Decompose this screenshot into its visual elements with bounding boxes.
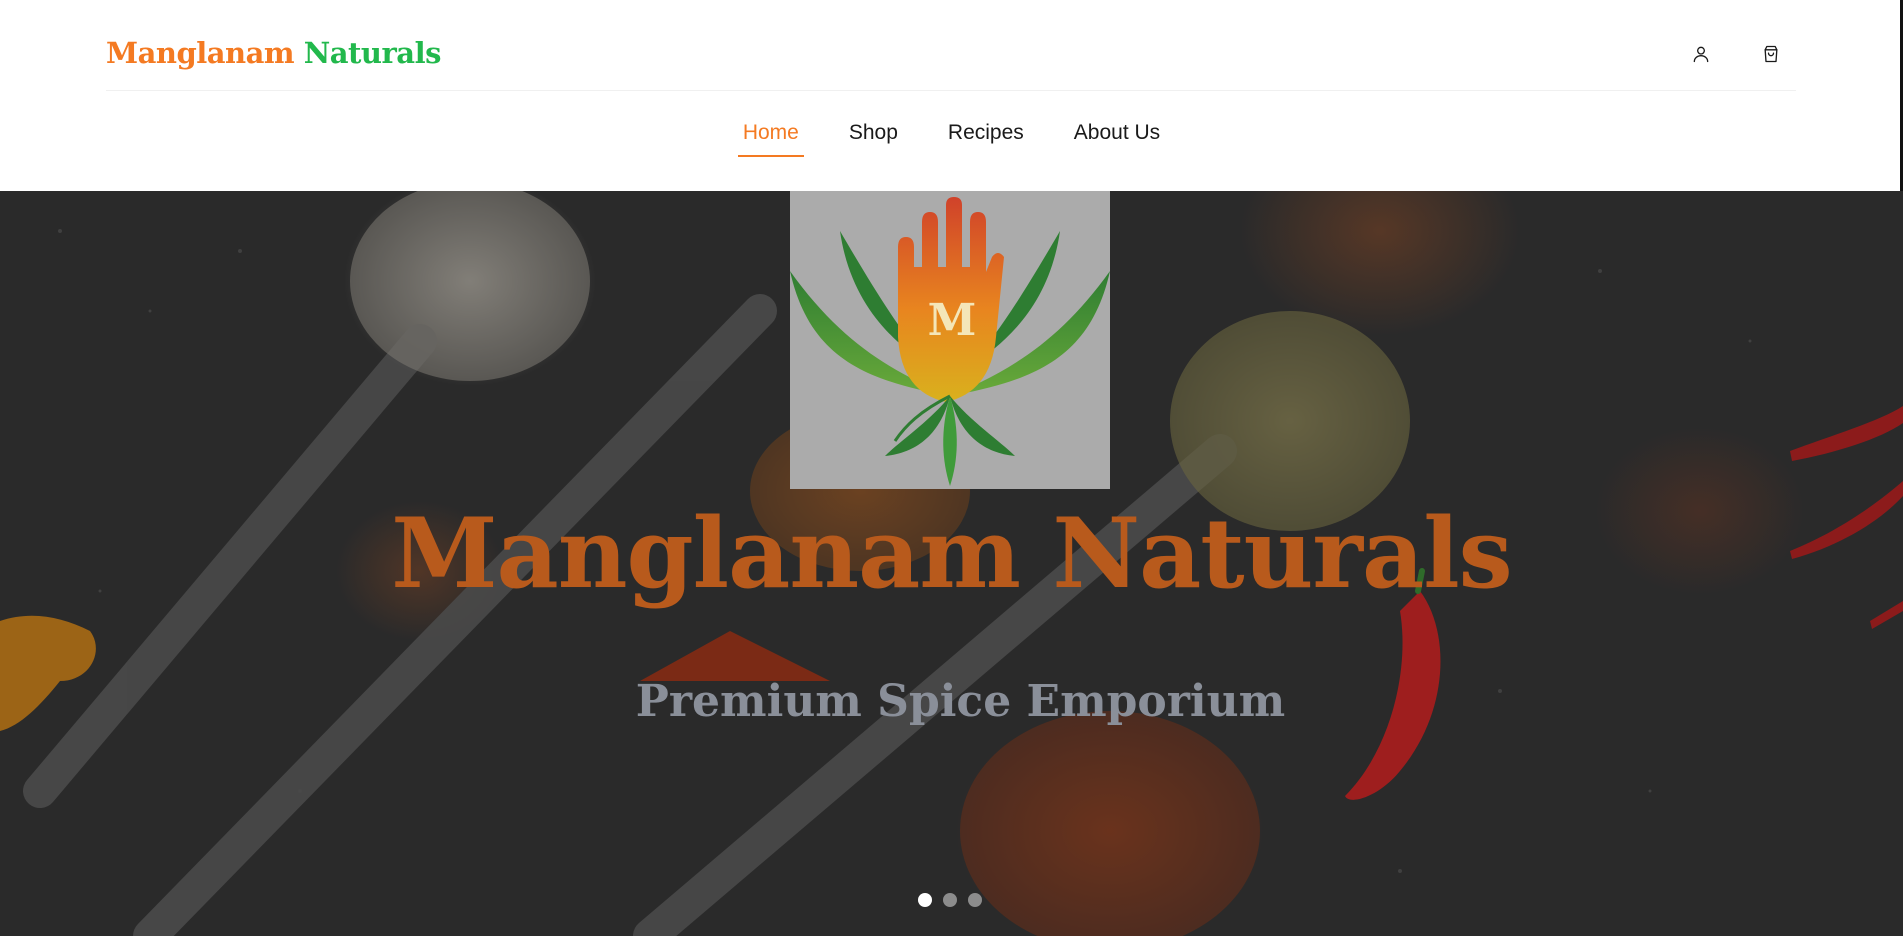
cart-button[interactable]	[1759, 42, 1783, 66]
brand-logo-text[interactable]: Manglanam Naturals	[106, 36, 441, 70]
lotus-hand-logo-icon: M	[790, 197, 1110, 486]
nav-item-about-us[interactable]: About Us	[1069, 113, 1165, 155]
logo-letter: M	[928, 295, 977, 346]
brand-name-part2: Naturals	[303, 36, 442, 70]
brand-emblem: M	[790, 191, 1110, 489]
main-navigation: Home Shop Recipes About Us	[0, 113, 1903, 157]
carousel-dot-1[interactable]	[918, 893, 932, 907]
hero-subtitle: Premium Spice Emporium	[635, 676, 1286, 727]
shopping-bag-icon	[1764, 45, 1778, 63]
hero-banner: M Manglanam Naturals Premium Spice Empor…	[0, 191, 1903, 936]
header-top-bar: Manglanam Naturals	[106, 0, 1796, 91]
nav-item-recipes[interactable]: Recipes	[943, 113, 1029, 155]
user-icon	[1693, 46, 1709, 63]
nav-item-home[interactable]: Home	[737, 113, 804, 157]
carousel-dot-2[interactable]	[943, 893, 957, 907]
hero-title: Manglanam Naturals	[391, 497, 1512, 610]
brand-name-part1: Manglanam	[106, 36, 295, 70]
nav-item-shop[interactable]: Shop	[844, 113, 903, 155]
carousel-indicators	[918, 893, 982, 907]
carousel-dot-3[interactable]	[968, 893, 982, 907]
site-header: Manglanam Naturals Home Shop Recipes Abo…	[0, 0, 1903, 191]
account-button[interactable]	[1689, 42, 1713, 66]
